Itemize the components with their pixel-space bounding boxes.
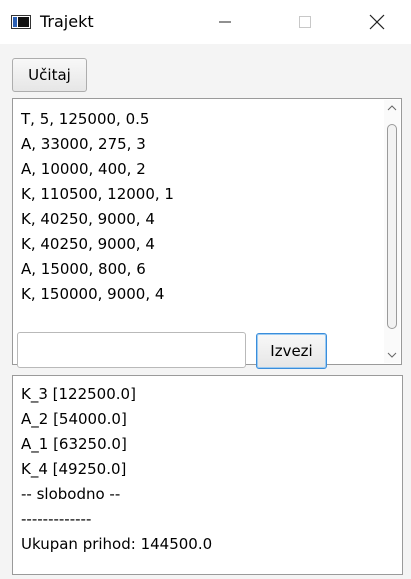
scroll-up-button[interactable] (384, 100, 400, 116)
output-line: Ukupan prihod: 144500.0 (21, 535, 213, 553)
minimize-button[interactable] (202, 0, 248, 44)
output-line: ------------- (21, 510, 92, 528)
output-line: K_3 [122500.0] (21, 385, 136, 403)
output-textarea[interactable]: K_3 [122500.0] A_2 [54000.0] A_1 [63250.… (12, 375, 403, 575)
list-item[interactable]: K, 110500, 12000, 1 (21, 182, 381, 207)
maximize-button[interactable] (282, 0, 328, 44)
list-item[interactable]: K, 40250, 9000, 4 (21, 207, 381, 232)
client-area: Učitaj T, 5, 125000, 0.5 A, 33000, 275, … (0, 44, 411, 579)
load-button[interactable]: Učitaj (12, 58, 87, 92)
export-button[interactable]: Izvezi (256, 333, 327, 369)
app-window: Trajekt Učitaj T, 5, 125000, 0.5 A, 3300… (0, 0, 411, 579)
list-item[interactable]: K, 40250, 9000, 4 (21, 232, 381, 257)
scroll-down-button[interactable] (384, 347, 400, 363)
list-item[interactable]: A, 33000, 275, 3 (21, 132, 381, 157)
minimize-icon (219, 21, 231, 23)
input-list-items: T, 5, 125000, 0.5 A, 33000, 275, 3 A, 10… (21, 107, 381, 307)
app-icon (11, 15, 31, 29)
chevron-down-icon (387, 352, 397, 358)
close-icon (369, 14, 385, 30)
output-line: K_4 [49250.0] (21, 460, 127, 478)
list-item[interactable]: A, 10000, 400, 2 (21, 157, 381, 182)
input-list[interactable]: T, 5, 125000, 0.5 A, 33000, 275, 3 A, 10… (12, 98, 402, 365)
vertical-scrollbar[interactable] (384, 100, 400, 363)
list-item[interactable]: T, 5, 125000, 0.5 (21, 107, 381, 132)
window-title: Trajekt (40, 12, 94, 31)
output-line: A_1 [63250.0] (21, 435, 127, 453)
scroll-thumb[interactable] (387, 124, 397, 329)
list-item[interactable]: K, 150000, 9000, 4 (21, 282, 381, 307)
output-lines: K_3 [122500.0] A_2 [54000.0] A_1 [63250.… (21, 382, 212, 557)
maximize-icon (299, 16, 311, 28)
title-bar[interactable]: Trajekt (0, 0, 411, 44)
filter-input[interactable] (17, 332, 246, 368)
chevron-up-icon (387, 105, 397, 111)
output-line: A_2 [54000.0] (21, 410, 127, 428)
output-line: -- slobodno -- (21, 485, 121, 503)
close-button[interactable] (354, 0, 400, 44)
list-item[interactable]: A, 15000, 800, 6 (21, 257, 381, 282)
